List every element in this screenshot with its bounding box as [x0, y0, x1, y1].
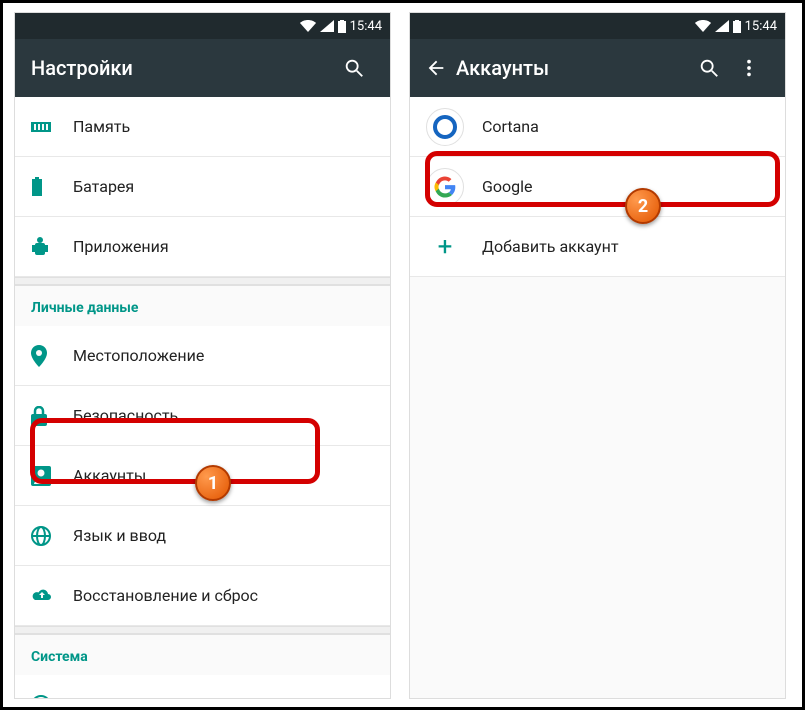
google-icon — [426, 168, 464, 206]
overflow-icon[interactable] — [729, 48, 769, 88]
plus-icon: + — [426, 232, 464, 262]
settings-item-label: Приложения — [73, 237, 169, 256]
settings-item-apps[interactable]: Приложения — [15, 217, 390, 277]
account-item-cortana[interactable]: Cortana — [410, 97, 785, 157]
settings-item-memory[interactable]: Память — [15, 97, 390, 157]
account-item-label: Cortana — [482, 117, 539, 136]
clock-icon — [31, 695, 73, 699]
statusbar: 15:44 — [410, 13, 785, 39]
location-icon — [31, 345, 73, 367]
settings-screen: 15:44 Настройки Память Батарея — [15, 13, 390, 698]
settings-item-label: Восстановление и сброс — [73, 586, 258, 605]
cortana-icon — [426, 108, 464, 146]
section-system: Система — [15, 634, 390, 675]
statusbar: 15:44 — [15, 13, 390, 39]
section-personal: Личные данные — [15, 285, 390, 326]
settings-item-label: Безопасность — [73, 406, 178, 425]
settings-item-language[interactable]: Язык и ввод — [15, 506, 390, 566]
page-title: Аккаунты — [456, 56, 689, 80]
settings-item-label: Батарея — [73, 177, 134, 196]
settings-item-label: Аккаунты — [73, 466, 146, 485]
page-title: Настройки — [31, 56, 334, 80]
search-icon[interactable] — [689, 48, 729, 88]
settings-item-label: Язык и ввод — [73, 526, 166, 545]
settings-item-datetime[interactable]: Дата и время — [15, 675, 390, 698]
accounts-screen: 15:44 Аккаунты Cortana — [410, 13, 785, 698]
account-item-label: Добавить аккаунт — [482, 237, 619, 256]
accounts-list: Cortana Google + Добавить аккаунт — [410, 97, 785, 698]
settings-item-location[interactable]: Местоположение — [15, 326, 390, 386]
appbar: Аккаунты — [410, 39, 785, 97]
settings-item-backup[interactable]: Восстановление и сброс — [15, 566, 390, 626]
settings-item-accounts[interactable]: Аккаунты — [15, 446, 390, 506]
wifi-icon — [300, 20, 316, 32]
search-icon[interactable] — [334, 48, 374, 88]
settings-item-label: Память — [73, 117, 130, 136]
account-item-label: Google — [482, 177, 533, 196]
backup-icon — [31, 588, 73, 604]
back-icon[interactable] — [416, 48, 456, 88]
battery-icon — [338, 20, 346, 33]
appbar: Настройки — [15, 39, 390, 97]
section-divider — [15, 626, 390, 634]
settings-item-label: Дата и время — [73, 695, 174, 698]
account-item-google[interactable]: Google — [410, 157, 785, 217]
memory-icon — [31, 120, 73, 134]
signal-icon — [320, 20, 334, 32]
wifi-icon — [695, 20, 711, 32]
settings-item-security[interactable]: Безопасность — [15, 386, 390, 446]
battery-icon — [31, 177, 73, 197]
apps-icon — [31, 237, 73, 257]
settings-list: Память Батарея Приложения Личные данные — [15, 97, 390, 698]
statusbar-time: 15:44 — [350, 19, 382, 34]
lock-icon — [31, 406, 73, 426]
accounts-icon — [31, 466, 73, 486]
settings-item-battery[interactable]: Батарея — [15, 157, 390, 217]
signal-icon — [715, 20, 729, 32]
battery-icon — [733, 20, 741, 33]
language-icon — [31, 526, 73, 546]
settings-item-label: Местоположение — [73, 346, 204, 365]
section-divider — [15, 277, 390, 285]
statusbar-time: 15:44 — [745, 19, 777, 34]
account-item-add[interactable]: + Добавить аккаунт — [410, 217, 785, 277]
